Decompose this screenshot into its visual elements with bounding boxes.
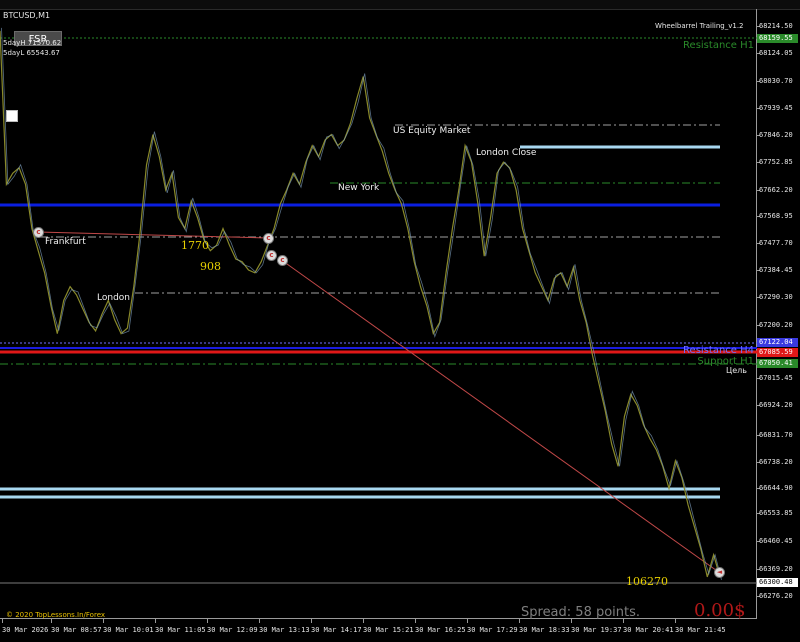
time-tick-label: 30 Mar 13:13 (259, 626, 310, 634)
trade-marker-icon[interactable]: c (33, 227, 44, 238)
time-tick (675, 619, 676, 623)
time-tick-label: 30 Mar 2026 (2, 626, 49, 634)
copyright-text: © 2020 TopLessons.In/Forex (6, 611, 106, 619)
price-tick-label: 68214.50 (759, 22, 793, 30)
time-tick (363, 619, 364, 623)
indicator-name: Wheelbarrel Trailing_v1.2 (655, 22, 744, 30)
time-axis[interactable]: 30 Mar 2026 30 Mar 08:57 30 Mar 10:01 30 Ma… (0, 619, 800, 642)
time-tick (51, 619, 52, 623)
price-level-box: 68159.55 (757, 34, 798, 43)
time-tick-label: 30 Mar 11:05 (155, 626, 206, 634)
resistance-h4-label: Resistance H4 (683, 345, 754, 356)
five-day-low: 5dayL 65543.67 (3, 49, 60, 57)
price-tick-label: 68124.05 (759, 49, 793, 57)
spread-text: Spread: 58 points. (521, 605, 641, 620)
time-tick-label: 30 Mar 19:37 (571, 626, 622, 634)
price-tick-label: 67384.45 (759, 266, 793, 274)
time-tick-label: 30 Mar 18:33 (519, 626, 570, 634)
time-tick (467, 619, 468, 623)
price-tick-label: 66460.45 (759, 537, 793, 545)
chart-canvas (0, 27, 757, 584)
time-tick-label: 30 Mar 14:17 (311, 626, 362, 634)
price-tick-label: 66276.20 (759, 592, 793, 600)
time-tick (259, 619, 260, 623)
price-tick-label: 66924.20 (759, 401, 793, 409)
price-series (0, 30, 721, 578)
target-label: Цель (726, 366, 747, 375)
chart-area[interactable]: BTCUSD,M1 FSR 5dayH 71570.62 5dayL 65543… (0, 9, 757, 621)
number-1770: 1770 (181, 239, 209, 252)
price-tick-label: 67015.45 (759, 374, 793, 382)
time-tick-label: 30 Mar 10:01 (103, 626, 154, 634)
price-tick-label: 66831.70 (759, 431, 793, 439)
price-tick-label: 67568.95 (759, 212, 793, 220)
price-tick-label: 66553.85 (759, 509, 793, 517)
time-tick-label: 30 Mar 17:29 (467, 626, 518, 634)
price-tick-label: 67290.30 (759, 293, 793, 301)
time-tick (519, 619, 520, 623)
resistance-h1-label: Resistance H1 (683, 40, 754, 51)
time-tick (415, 619, 416, 623)
time-tick (207, 619, 208, 623)
time-tick-label: 30 Mar 12:09 (207, 626, 258, 634)
trade-marker-icon[interactable]: c (266, 250, 277, 261)
price-tick-label: 67939.45 (759, 104, 793, 112)
trade-marker-icon[interactable]: ◄ (714, 567, 725, 578)
price-tick-label: 68030.70 (759, 77, 793, 85)
session-us-equity: US Equity Market (393, 126, 471, 136)
symbol-title: BTCUSD,M1 (3, 11, 51, 20)
price-tick-label: 67477.70 (759, 239, 793, 247)
price-tick-label: 66369.20 (759, 565, 793, 573)
price-tick-label: 67662.20 (759, 186, 793, 194)
profit-text: 0.00$ (694, 600, 746, 621)
number-908: 908 (200, 260, 221, 273)
session-frankfurt: Frankfurt (45, 237, 86, 247)
time-tick-label: 30 Mar 08:57 (51, 626, 102, 634)
price-tick-label: 67752.85 (759, 158, 793, 166)
time-tick-label: 30 Mar 21:45 (675, 626, 726, 634)
time-tick-label: 30 Mar 16:25 (415, 626, 466, 634)
time-tick-label: 30 Mar 20:41 (623, 626, 674, 634)
time-tick (155, 619, 156, 623)
price-level-box: 67122.04 (757, 338, 798, 347)
time-tick (103, 619, 104, 623)
time-tick-label: 30 Mar 15:21 (363, 626, 414, 634)
session-london: London (97, 293, 130, 303)
time-tick (311, 619, 312, 623)
price-level-box: 67050.41 (757, 359, 798, 368)
price-tick-label: 66644.90 (759, 484, 793, 492)
session-london-close: London Close (476, 148, 537, 158)
session-new-york: New York (338, 183, 380, 193)
price-level-box: 67085.59 (757, 348, 798, 357)
trade-marker-icon[interactable]: c (263, 233, 274, 244)
price-level-box: 66300.48 (757, 578, 798, 587)
price-axis[interactable]: 68214.50 68124.05 68030.70 67939.45 67846.20… (757, 9, 800, 619)
time-tick (623, 619, 624, 623)
toggle-checkbox[interactable] (6, 110, 18, 122)
number-106270: 106270 (626, 575, 668, 588)
price-tick-label: 67846.20 (759, 131, 793, 139)
trade-marker-icon[interactable]: c (277, 255, 288, 266)
price-tick-label: 67200.20 (759, 321, 793, 329)
trend-line-long (279, 258, 721, 574)
price-tick-label: 66738.20 (759, 458, 793, 466)
time-tick (2, 619, 3, 623)
time-tick (571, 619, 572, 623)
five-day-high: 5dayH 71570.62 (3, 39, 62, 47)
